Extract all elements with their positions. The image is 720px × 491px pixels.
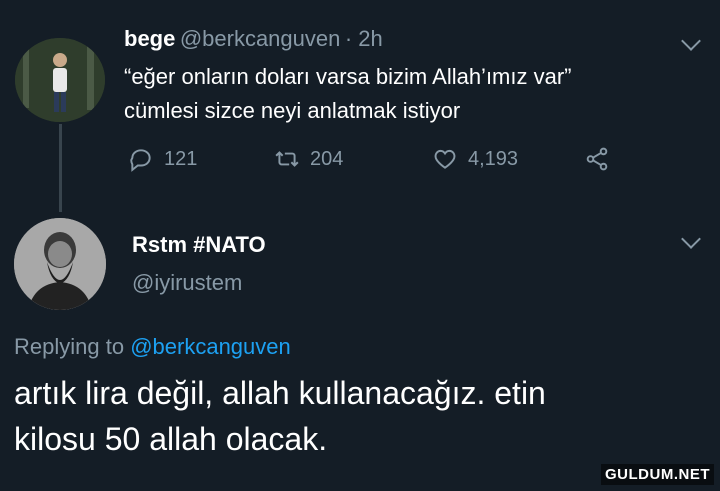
- like-button[interactable]: 4,193: [432, 146, 518, 172]
- replying-to: Replying to @berkcanguven: [14, 334, 291, 360]
- tweet-time[interactable]: · 2h: [345, 26, 383, 51]
- tweet-text-line: “eğer onların doları varsa bizim Allah’ı…: [124, 64, 572, 89]
- author-name[interactable]: bege: [124, 26, 175, 51]
- tweet-text: artık lira değil, allah kullanacağız. et…: [14, 370, 704, 462]
- tweet-text-line: cümlesi sizce neyi anlatmak istiyor: [124, 98, 461, 123]
- thread-line: [59, 124, 62, 212]
- avatar[interactable]: [14, 218, 106, 310]
- avatar[interactable]: [15, 38, 105, 122]
- retweet-button[interactable]: 204: [274, 146, 343, 172]
- reply-icon: [130, 149, 151, 172]
- tweet-text-line: artık lira değil, allah kullanacağız. et…: [14, 375, 546, 411]
- tweet-header: bege @berkcanguven · 2h: [124, 26, 383, 52]
- tweet-actions: 121 204 4,193: [124, 146, 644, 176]
- author-handle[interactable]: @iyirustem: [132, 270, 242, 296]
- share-button[interactable]: [584, 146, 610, 172]
- tweet-reply[interactable]: Rstm #NATO @iyirustem Replying to @berkc…: [0, 210, 720, 491]
- chevron-down-icon[interactable]: [681, 229, 701, 249]
- replying-mention-link[interactable]: @berkcanguven: [130, 334, 291, 359]
- replying-label: Replying to: [14, 334, 125, 359]
- tweet-text: “eğer onların doları varsa bizim Allah’ı…: [124, 60, 694, 128]
- reply-count: 121: [164, 147, 198, 170]
- tweet-text-line: kilosu 50 allah olacak.: [14, 421, 328, 457]
- author-handle[interactable]: @berkcanguven: [180, 26, 341, 51]
- share-icon: [586, 147, 608, 171]
- retweet-count: 204: [310, 147, 344, 170]
- retweet-icon: [275, 151, 299, 167]
- watermark: GULDUM.NET: [601, 464, 714, 485]
- author-name[interactable]: Rstm #NATO: [132, 232, 266, 258]
- tweet-original[interactable]: bege @berkcanguven · 2h “eğer onların do…: [0, 0, 720, 212]
- like-count: 4,193: [468, 147, 519, 170]
- heart-icon: [434, 149, 456, 169]
- reply-button[interactable]: 121: [128, 146, 197, 172]
- chevron-down-icon[interactable]: [681, 31, 701, 51]
